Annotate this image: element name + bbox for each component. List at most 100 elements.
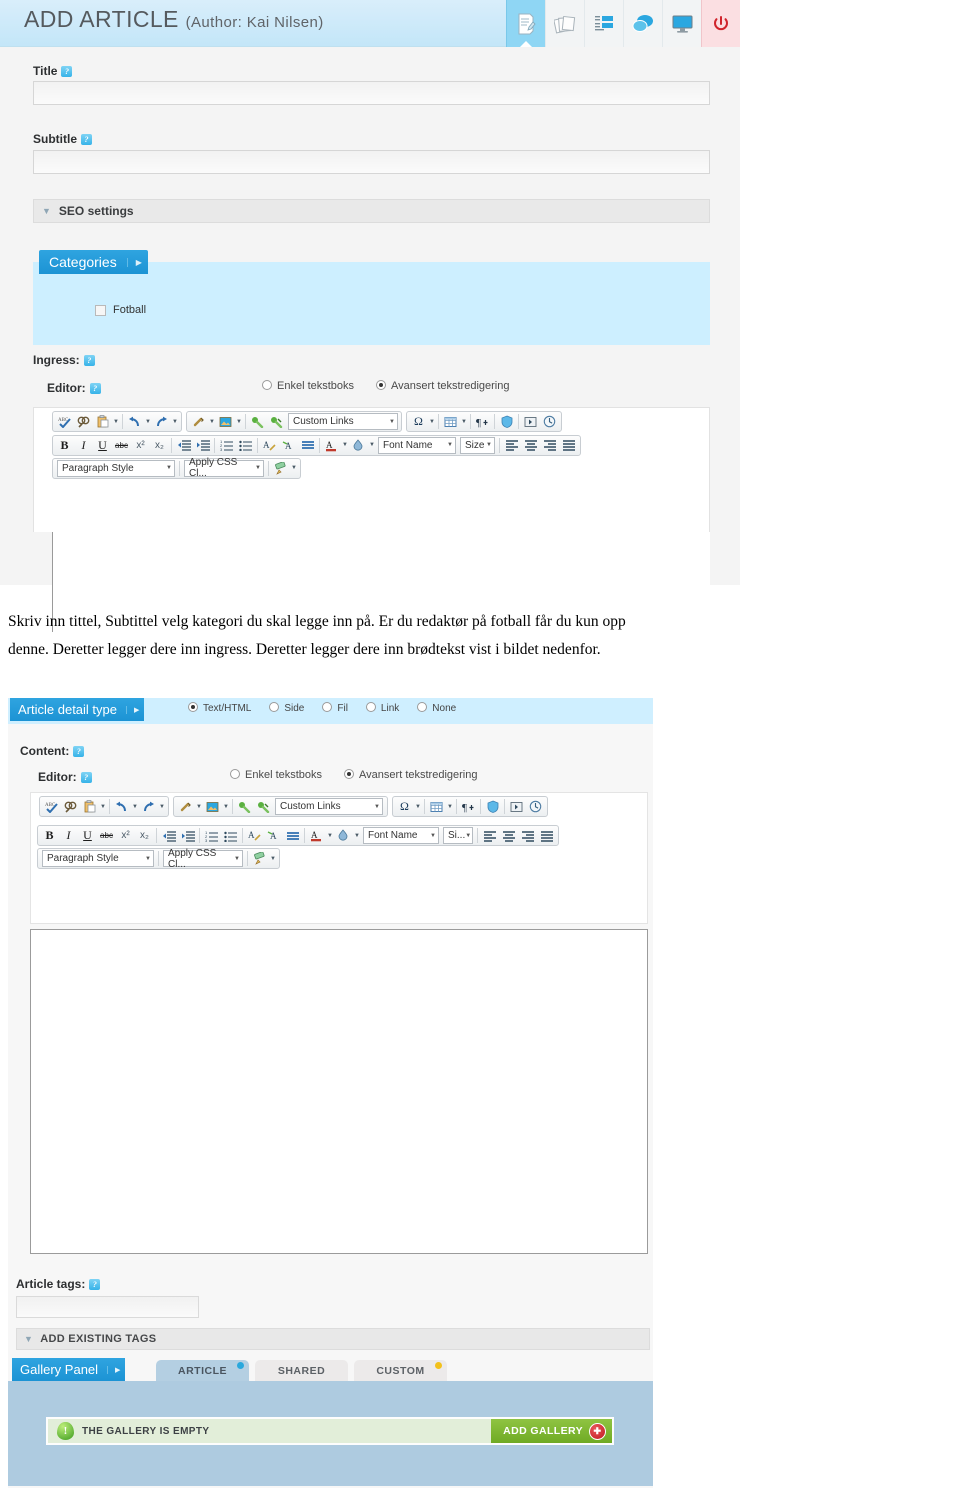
article-detail-type-tab[interactable]: Article detail type ▶	[10, 698, 145, 721]
text-color-icon[interactable]: A	[322, 436, 341, 454]
pilcrow-icon[interactable]: ¶	[459, 798, 478, 816]
undo-icon[interactable]	[112, 798, 131, 816]
chevron-down-icon[interactable]: ▼	[460, 419, 468, 425]
clock-icon[interactable]	[540, 413, 559, 431]
chevron-down-icon[interactable]: ▼	[158, 804, 166, 810]
subscript-button[interactable]: x₂	[150, 436, 169, 454]
bold-button[interactable]: B	[55, 436, 74, 454]
format-painter-icon[interactable]	[271, 459, 290, 477]
unlink-icon[interactable]	[254, 798, 273, 816]
radio-text-html[interactable]: Text/HTML	[188, 702, 251, 714]
help-icon[interactable]: ?	[80, 771, 92, 783]
chevron-down-icon[interactable]: ▼	[131, 804, 139, 810]
align-left-icon[interactable]	[502, 436, 521, 454]
help-icon[interactable]: ?	[83, 354, 95, 366]
paste-icon[interactable]	[93, 413, 112, 431]
media-icon[interactable]	[507, 798, 526, 816]
align-justify-icon[interactable]	[537, 827, 556, 845]
title-input[interactable]	[33, 81, 710, 105]
chevron-down-icon[interactable]: ▼	[171, 419, 179, 425]
ordered-list-icon[interactable]: 123	[217, 436, 236, 454]
gallery-panel-tab[interactable]: Gallery Panel ▶	[12, 1358, 126, 1381]
superscript-button-2[interactable]: x²	[116, 827, 135, 845]
table-icon[interactable]	[441, 413, 460, 431]
font-name-select[interactable]: Font Name ▼	[378, 436, 456, 454]
chevron-down-icon[interactable]: ▼	[368, 442, 376, 448]
chevron-down-icon[interactable]: ▼	[99, 804, 107, 810]
strikethrough-button-2[interactable]: abc	[97, 827, 116, 845]
special-char-icon[interactable]: Ω	[395, 798, 414, 816]
clock-icon[interactable]	[526, 798, 545, 816]
underline-button[interactable]: U	[93, 436, 112, 454]
paragraph-style-select-2[interactable]: Paragraph Style ▼	[42, 850, 154, 867]
chevron-down-icon[interactable]: ▼	[269, 856, 277, 862]
outdent-icon[interactable]	[174, 436, 193, 454]
chevron-down-icon[interactable]: ▼	[235, 419, 243, 425]
custom-links-select-2[interactable]: Custom Links ▼	[275, 798, 383, 815]
radio-avansert-tekstredigering[interactable]: Avansert tekstredigering	[376, 380, 509, 392]
remove-format-icon[interactable]: A	[245, 827, 264, 845]
strikethrough-button[interactable]: abc	[112, 436, 131, 454]
help-icon[interactable]: ?	[89, 382, 101, 394]
find-icon[interactable]	[61, 798, 80, 816]
spellcheck-icon[interactable]: ABC	[55, 413, 74, 431]
paragraph-style-select[interactable]: Paragraph Style ▼	[57, 459, 175, 477]
add-existing-tags-accordion[interactable]: ▼ ADD EXISTING TAGS	[16, 1328, 650, 1350]
gallery-tab-article[interactable]: ARTICLE	[156, 1360, 249, 1381]
unordered-list-icon[interactable]	[236, 436, 255, 454]
radio-none[interactable]: None	[417, 702, 456, 714]
chevron-down-icon[interactable]: ▼	[428, 419, 436, 425]
shield-icon[interactable]	[497, 413, 516, 431]
chevron-down-icon[interactable]: ▼	[208, 419, 216, 425]
special-char-icon[interactable]: Ω	[409, 413, 428, 431]
help-icon[interactable]: ?	[89, 1278, 101, 1290]
link-icon[interactable]	[189, 413, 208, 431]
link-icon[interactable]	[176, 798, 195, 816]
paste-icon[interactable]	[80, 798, 99, 816]
category-checkbox[interactable]	[95, 304, 106, 316]
help-icon[interactable]: ?	[81, 133, 92, 145]
shield-icon[interactable]	[483, 798, 502, 816]
anchor-icon[interactable]	[248, 413, 267, 431]
font-name-select-2[interactable]: Font Name ▼	[363, 827, 439, 844]
categories-tab[interactable]: Categories ▶	[39, 250, 148, 274]
redo-icon[interactable]	[152, 413, 171, 431]
anchor-icon[interactable]	[235, 798, 254, 816]
apply-css-class-select[interactable]: Apply CSS Cl... ▼	[184, 457, 264, 479]
seo-settings-accordion[interactable]: ▼ SEO settings	[33, 199, 710, 223]
chevron-down-icon[interactable]: ▼	[144, 419, 152, 425]
redo-icon[interactable]	[139, 798, 158, 816]
add-gallery-button[interactable]: ADD GALLERY ✚	[491, 1419, 612, 1443]
font-size-select[interactable]: Size ▼	[460, 436, 495, 454]
format-copy-icon[interactable]: A	[279, 436, 298, 454]
underline-button-2[interactable]: U	[78, 827, 97, 845]
superscript-button[interactable]: x²	[131, 436, 150, 454]
media-icon[interactable]	[521, 413, 540, 431]
indent-icon[interactable]	[193, 436, 212, 454]
image-icon[interactable]	[203, 798, 222, 816]
italic-button-2[interactable]: I	[59, 827, 78, 845]
subscript-button-2[interactable]: x₂	[135, 827, 154, 845]
text-color-icon[interactable]: A	[307, 827, 326, 845]
spellcheck-icon[interactable]: ABC	[42, 798, 61, 816]
font-size-select-2[interactable]: Si... ▼	[443, 827, 473, 844]
help-icon[interactable]: ?	[73, 745, 85, 757]
article-edit-icon[interactable]	[506, 0, 545, 47]
find-icon[interactable]	[74, 413, 93, 431]
align-justify-icon[interactable]	[559, 436, 578, 454]
category-item-fotball[interactable]: Fotball	[95, 304, 146, 316]
radio-link[interactable]: Link	[365, 702, 399, 714]
chevron-down-icon[interactable]: ▼	[222, 804, 230, 810]
subtitle-input[interactable]	[33, 150, 710, 174]
gallery-tab-shared[interactable]: SHARED	[255, 1360, 348, 1381]
chevron-down-icon[interactable]: ▼	[341, 442, 349, 448]
unlink-icon[interactable]	[267, 413, 286, 431]
radio-fil[interactable]: Fil	[322, 702, 348, 714]
italic-button[interactable]: I	[74, 436, 93, 454]
custom-links-select[interactable]: Custom Links ▼	[288, 413, 398, 430]
radio-side[interactable]: Side	[269, 702, 304, 714]
apply-css-class-select-2[interactable]: Apply CSS Cl... ▼	[163, 848, 243, 870]
align-center-icon[interactable]	[521, 436, 540, 454]
bold-button-2[interactable]: B	[40, 827, 59, 845]
chevron-down-icon[interactable]: ▼	[353, 833, 361, 839]
